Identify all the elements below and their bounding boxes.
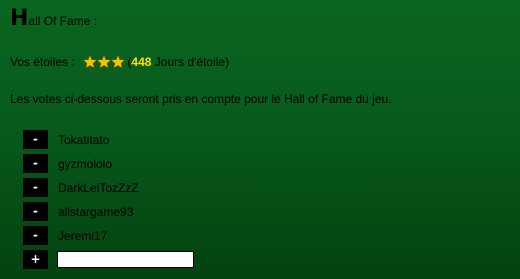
- vote-row: - DarkLeiTozZzZ: [23, 178, 194, 197]
- vote-name: Jeremi17: [58, 228, 108, 243]
- vote-name: gyzmololo: [58, 156, 113, 171]
- remove-vote-button[interactable]: -: [23, 202, 48, 221]
- remove-vote-button[interactable]: -: [23, 226, 48, 245]
- votes-notice: Les votes ci-dessous seront pris en comp…: [10, 92, 392, 106]
- add-vote-input[interactable]: [57, 251, 194, 268]
- stars-label: Vos étoiles :: [10, 55, 75, 69]
- vote-row: - Tokatitato: [23, 130, 194, 149]
- stars-suffix: Jours d'étoile): [151, 55, 230, 69]
- vote-name: DarkLeiTozZzZ: [58, 180, 139, 195]
- vote-row: - gyzmololo: [23, 154, 194, 173]
- add-vote-button[interactable]: +: [23, 250, 48, 269]
- title-dropcap: H: [10, 6, 28, 31]
- remove-vote-button[interactable]: -: [23, 154, 48, 173]
- vote-name: Tokatitato: [58, 132, 110, 147]
- page-title: Hall Of Fame :: [10, 8, 97, 34]
- add-vote-row: +: [23, 250, 194, 269]
- remove-vote-button[interactable]: -: [23, 130, 48, 149]
- stars-rating: [82, 54, 126, 73]
- vote-row: - Jeremi17: [23, 226, 194, 245]
- votes-list: - Tokatitato - gyzmololo - DarkLeiTozZzZ…: [23, 130, 194, 274]
- vote-name: allstargame93: [58, 204, 134, 219]
- star-days-count: 448: [131, 55, 152, 69]
- vote-row: - allstargame93: [23, 202, 194, 221]
- stars-summary: Vos étoiles : (448 Jours d'étoile): [10, 54, 229, 73]
- title-text: all Of Fame :: [28, 14, 98, 28]
- remove-vote-button[interactable]: -: [23, 178, 48, 197]
